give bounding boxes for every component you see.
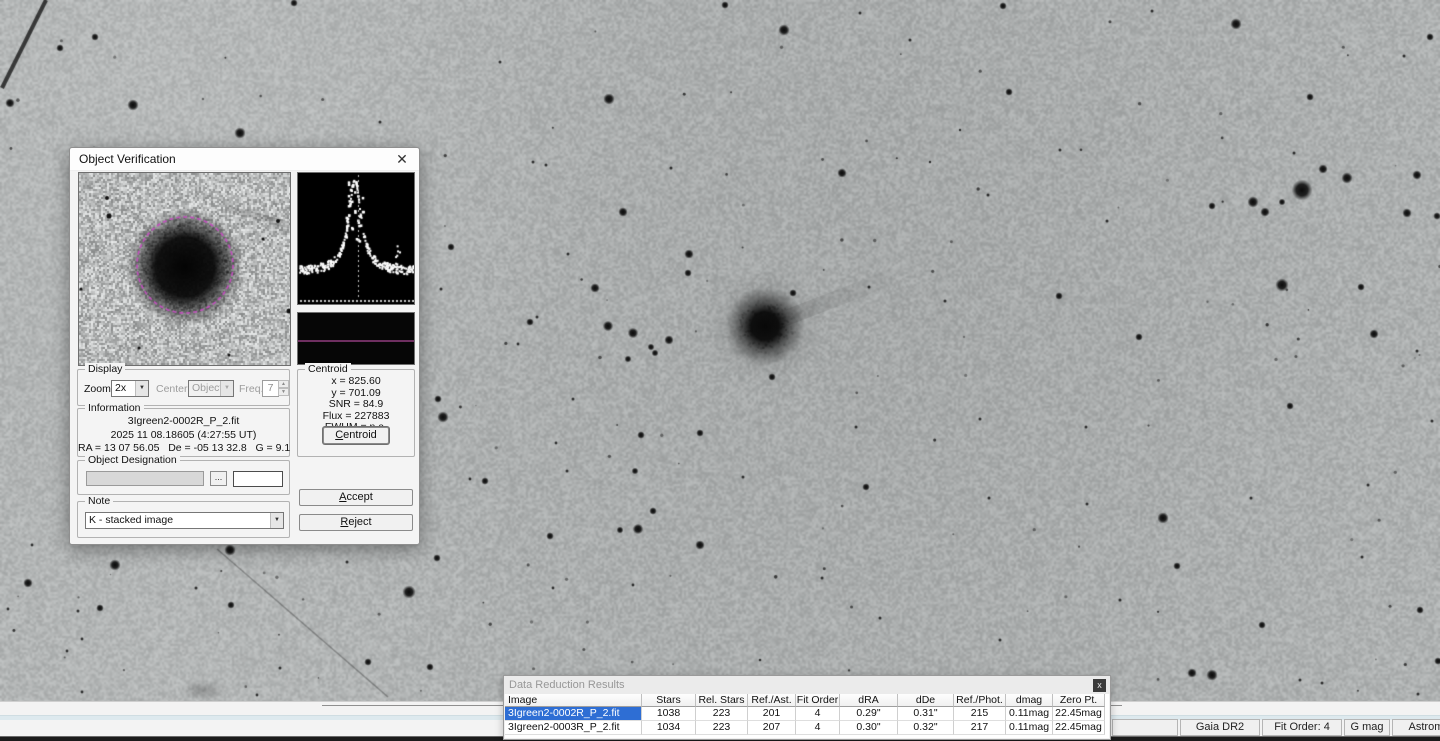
designation-field[interactable] [86, 471, 204, 486]
accept-button[interactable]: Accept [299, 489, 413, 506]
dialog-titlebar[interactable]: Object Verification ✕ [70, 148, 419, 171]
cell-ref-phot: 215 [954, 707, 1006, 721]
psf-profile-canvas [298, 173, 414, 304]
status-cell-app-name: Astrome [1392, 719, 1440, 736]
status-cell-fit-order: Fit Order: 4 [1262, 719, 1342, 736]
center-label: Center [156, 383, 188, 395]
freq-stepper: ▲ ▼ [278, 380, 289, 397]
slice-signal-line [298, 340, 414, 342]
display-group: Display Zoom 2x ▼ Center Object ▼ Freq. … [77, 369, 290, 406]
results-header-row: Image Stars Rel. Stars Ref./Ast. Fit Ord… [505, 694, 1109, 707]
center-select: Object ▼ [188, 380, 234, 397]
information-group: Information 3Igreen2-0002R_P_2.fit 2025 … [77, 408, 290, 457]
spinner-up-icon: ▲ [278, 380, 289, 388]
information-group-label: Information [85, 402, 144, 414]
column-header: Fit Order [796, 694, 840, 707]
display-group-label: Display [85, 363, 125, 375]
observation-datetime: 2025 11 08.18605 (4:27:55 UT) [78, 429, 289, 443]
cell-dde: 0.32" [898, 721, 954, 735]
data-reduction-results-window: Data Reduction Results x Image Stars Rel… [503, 675, 1111, 740]
note-group-label: Note [85, 495, 113, 507]
column-header: Zero Pt. [1053, 694, 1105, 707]
close-icon[interactable]: x [1093, 679, 1106, 692]
note-select[interactable]: K - stacked image ▼ [85, 512, 284, 529]
designation-short-field[interactable] [233, 471, 283, 487]
cell-stars: 1034 [642, 721, 696, 735]
cell-ref-ast: 201 [748, 707, 796, 721]
close-icon[interactable]: ✕ [393, 150, 411, 168]
cell-zero-pt: 22.45mag [1053, 707, 1105, 721]
freq-input: 7 [262, 380, 279, 397]
cell-fit-order: 4 [796, 707, 840, 721]
status-bar: Gaia DR2 Fit Order: 4 G mag Astrome [1112, 719, 1440, 736]
centroid-group-label: Centroid [305, 363, 351, 375]
object-preview-image [79, 173, 290, 365]
centroid-button[interactable]: Centroid [323, 427, 389, 444]
status-cell-mag-band: G mag [1344, 719, 1390, 736]
object-designation-label: Object Designation [85, 454, 180, 466]
table-row[interactable]: 3Igreen2-0002R_P_2.fit 1038 223 201 4 0.… [505, 707, 1109, 721]
note-group: Note K - stacked image ▼ [77, 501, 290, 538]
cell-dra: 0.29" [840, 707, 898, 721]
centroid-x: x = 825.60 [298, 376, 414, 388]
cell-rel-stars: 223 [696, 707, 748, 721]
image-filename: 3Igreen2-0002R_P_2.fit [78, 415, 289, 429]
cell-dra: 0.30" [840, 721, 898, 735]
cell-ref-phot: 217 [954, 721, 1006, 735]
cell-dmag: 0.11mag [1006, 721, 1053, 735]
column-header: Rel. Stars [696, 694, 748, 707]
results-title: Data Reduction Results [509, 679, 625, 691]
cell-dde: 0.31" [898, 707, 954, 721]
results-titlebar[interactable]: Data Reduction Results x [504, 676, 1110, 694]
zoom-select[interactable]: 2x ▼ [111, 380, 149, 397]
chevron-down-icon[interactable]: ▼ [270, 513, 283, 528]
column-header: Stars [642, 694, 696, 707]
results-table: Image Stars Rel. Stars Ref./Ast. Fit Ord… [505, 694, 1109, 738]
object-designation-group: Object Designation ... [77, 460, 290, 495]
object-preview-panel [78, 172, 291, 366]
freq-label: Freq. [239, 383, 264, 395]
slice-plot [297, 312, 415, 365]
column-header: Ref./Ast. [748, 694, 796, 707]
column-header: dmag [1006, 694, 1053, 707]
column-header: Image [505, 694, 642, 707]
cell-fit-order: 4 [796, 721, 840, 735]
status-cell-catalog: Gaia DR2 [1180, 719, 1260, 736]
object-verification-dialog: Object Verification ✕ Display Zoom 2x ▼ … [69, 147, 420, 545]
cell-image[interactable]: 3Igreen2-0002R_P_2.fit [505, 707, 642, 721]
status-cell-empty [1112, 719, 1178, 736]
chevron-down-icon[interactable]: ▼ [135, 381, 148, 396]
cell-image[interactable]: 3Igreen2-0003R_P_2.fit [505, 721, 642, 735]
cell-dmag: 0.11mag [1006, 707, 1053, 721]
psf-profile-plot [297, 172, 415, 305]
table-row[interactable]: 3Igreen2-0003R_P_2.fit 1034 223 207 4 0.… [505, 721, 1109, 735]
zoom-label: Zoom [84, 383, 111, 395]
centroid-group: Centroid x = 825.60 y = 701.09 SNR = 84.… [297, 369, 415, 457]
browse-button[interactable]: ... [210, 471, 227, 486]
cell-ref-ast: 207 [748, 721, 796, 735]
spinner-down-icon: ▼ [278, 388, 289, 396]
column-header: dDe [898, 694, 954, 707]
chevron-down-icon: ▼ [220, 381, 233, 396]
column-header: Ref./Phot. [954, 694, 1006, 707]
cell-zero-pt: 22.45mag [1053, 721, 1105, 735]
cell-stars: 1038 [642, 707, 696, 721]
column-header: dRA [840, 694, 898, 707]
cell-rel-stars: 223 [696, 721, 748, 735]
dialog-title: Object Verification [79, 152, 176, 166]
reject-button[interactable]: Reject [299, 514, 413, 531]
